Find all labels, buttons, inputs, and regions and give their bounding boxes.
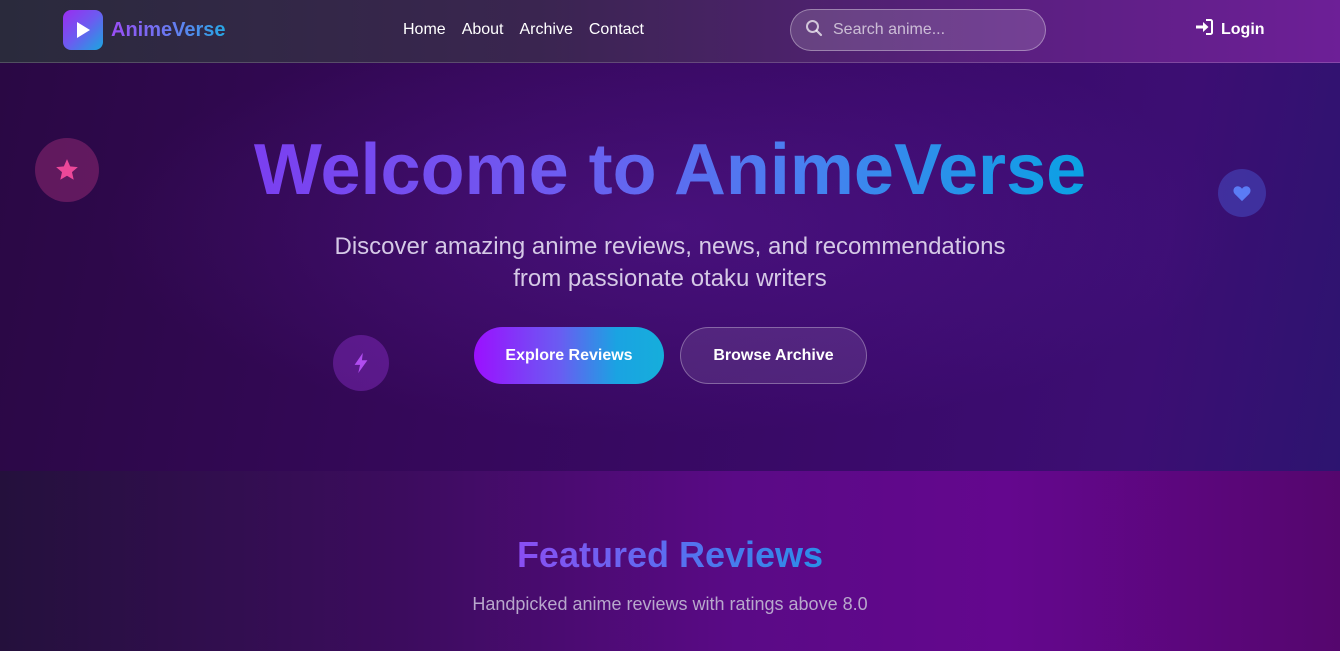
search-input[interactable]	[833, 21, 1033, 39]
hero-subtitle-line1: Discover amazing anime reviews, news, an…	[334, 233, 1006, 260]
sign-in-icon	[1195, 19, 1213, 40]
nav-link-contact[interactable]: Contact	[589, 19, 644, 41]
nav-links: Home About Archive Contact	[403, 19, 644, 41]
nav-link-home[interactable]: Home	[403, 19, 446, 41]
bolt-icon	[333, 335, 389, 391]
explore-reviews-button[interactable]: Explore Reviews	[474, 327, 664, 384]
featured-subtitle: Handpicked anime reviews with ratings ab…	[472, 594, 868, 614]
navbar: AnimeVerse Home About Archive Contact Lo…	[0, 0, 1340, 63]
login-button[interactable]: Login	[1195, 19, 1265, 40]
hero-title-text: Welcome to AnimeVerse	[253, 130, 1087, 210]
login-label: Login	[1221, 20, 1265, 38]
hero-subtitle: Discover amazing anime reviews, news, an…	[290, 231, 1050, 295]
search-icon	[805, 19, 823, 42]
search-box	[790, 9, 1046, 51]
play-icon	[63, 10, 103, 50]
hero-subtitle-line2: from passionate otaku writers	[513, 265, 827, 292]
nav-link-archive[interactable]: Archive	[520, 19, 573, 41]
hero-section: Welcome to AnimeVerse Discover amazing a…	[0, 63, 1340, 471]
featured-title-text: Featured Reviews	[516, 534, 824, 575]
nav-link-about[interactable]: About	[462, 19, 504, 41]
brand-name: AnimeVerse	[111, 18, 226, 41]
brand-link[interactable]: AnimeVerse	[63, 10, 226, 50]
featured-section: Featured Reviews Handpicked anime review…	[0, 471, 1340, 651]
browse-archive-button[interactable]: Browse Archive	[680, 327, 867, 384]
hero-title: Welcome to AnimeVerse	[0, 127, 1340, 213]
featured-title: Featured Reviews	[0, 533, 1340, 577]
